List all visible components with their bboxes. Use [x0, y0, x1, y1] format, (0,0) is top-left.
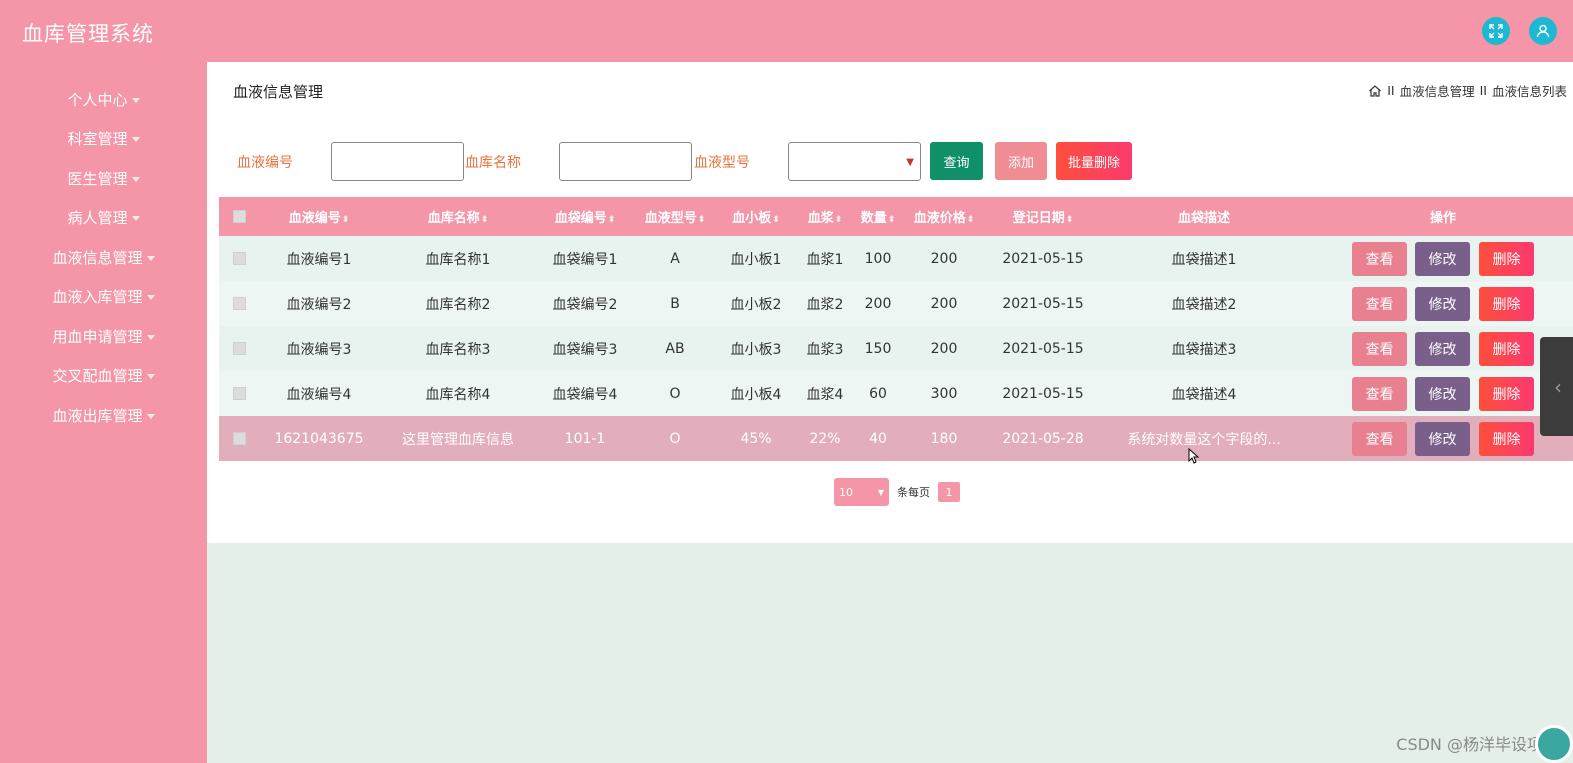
view-button[interactable]: 查看 — [1352, 377, 1407, 411]
column-header: 操作 — [1429, 211, 1457, 226]
sort-icon: ⬍ — [887, 215, 896, 225]
sidebar-item-patient[interactable]: 病人管理 — [0, 207, 207, 228]
caret-down-icon — [146, 295, 155, 300]
view-button[interactable]: 查看 — [1352, 287, 1407, 321]
sort-icon: ⬍ — [1065, 215, 1074, 225]
sort-icon: ⬍ — [697, 215, 706, 225]
sort-icon: ⬍ — [772, 215, 780, 225]
column-header: 血袋描述 — [1177, 211, 1231, 226]
page-title: 血液信息管理 — [233, 83, 324, 101]
add-button[interactable]: 添加 — [995, 142, 1047, 180]
column-header[interactable]: 血库名称⬍ — [428, 207, 489, 226]
sidebar-item-blood-info[interactable]: 血液信息管理 — [0, 247, 207, 268]
delete-button[interactable]: 删除 — [1479, 242, 1534, 276]
sidebar-item-department[interactable]: 科室管理 — [0, 128, 207, 149]
sort-icon: ⬍ — [341, 215, 350, 225]
sidebar-item-personal-center[interactable]: 个人中心 — [0, 89, 207, 110]
column-header[interactable]: 血小板⬍ — [732, 207, 780, 226]
breadcrumb: II 血液信息管理 II 血液信息列表 — [1368, 81, 1567, 100]
sidebar-item-cross-match[interactable]: 交叉配血管理 — [0, 365, 207, 386]
side-collapse-tab[interactable]: ‹ — [1540, 337, 1573, 436]
breadcrumb-item[interactable]: 血液信息管理 — [1400, 81, 1475, 100]
blood-id-input[interactable] — [331, 142, 464, 181]
table-row: 血液编号2 血库名称2 血袋编号2 B 血小板2 血浆2 200 200 202… — [219, 281, 1573, 326]
chevron-down-icon: ▼ — [877, 487, 884, 497]
column-header[interactable]: 登记日期⬍ — [1013, 207, 1074, 226]
sidebar-item-blood-outbound[interactable]: 血液出库管理 — [0, 405, 207, 426]
page-size-select[interactable]: 10 ▼ — [834, 478, 889, 506]
caret-down-icon — [131, 216, 140, 221]
blood-info-table: 血液编号⬍ 血库名称⬍ 血袋编号⬍ 血液型号⬍ 血小板⬍ 血浆⬍ 数量⬍ 血液价… — [219, 197, 1573, 461]
app-title: 血库管理系统 — [22, 22, 154, 46]
edit-button[interactable]: 修改 — [1415, 332, 1470, 366]
sort-icon: ⬍ — [480, 215, 489, 225]
blood-type-select[interactable]: ▼ — [788, 142, 921, 181]
caret-down-icon — [146, 256, 155, 261]
breadcrumb-separator: II — [1387, 83, 1395, 98]
caret-down-icon — [146, 374, 155, 379]
caret-down-icon — [131, 177, 140, 182]
table-row: 1621043675 这里管理血库信息 101-1 O 45% 22% 40 1… — [219, 416, 1573, 461]
sidebar-item-blood-request[interactable]: 用血申请管理 — [0, 326, 207, 347]
home-icon[interactable] — [1368, 84, 1382, 98]
page-number-button[interactable]: 1 — [938, 482, 960, 502]
caret-down-icon — [146, 414, 155, 419]
column-header[interactable]: 血液型号⬍ — [645, 207, 706, 226]
row-checkbox[interactable] — [233, 252, 246, 265]
sort-icon: ⬍ — [834, 215, 843, 225]
delete-button[interactable]: 删除 — [1479, 422, 1534, 456]
query-button[interactable]: 查询 — [930, 142, 983, 180]
top-bar: 血库管理系统 — [0, 0, 1573, 62]
sidebar-item-doctor[interactable]: 医生管理 — [0, 168, 207, 189]
batch-delete-button[interactable]: 批量删除 — [1056, 142, 1132, 180]
bank-name-label: 血库名称 — [465, 155, 521, 171]
select-all-checkbox[interactable] — [233, 210, 246, 223]
fullscreen-icon[interactable] — [1482, 17, 1510, 45]
row-checkbox[interactable] — [233, 387, 246, 400]
table-row: 血液编号4 血库名称4 血袋编号4 O 血小板4 血浆4 60 300 2021… — [219, 371, 1573, 416]
floating-action-icon[interactable] — [1535, 725, 1573, 763]
user-icon[interactable] — [1529, 17, 1557, 45]
view-button[interactable]: 查看 — [1352, 332, 1407, 366]
caret-down-icon — [131, 98, 140, 103]
edit-button[interactable]: 修改 — [1415, 377, 1470, 411]
blood-type-label: 血液型号 — [694, 155, 750, 171]
column-header[interactable]: 血液价格⬍ — [914, 207, 975, 226]
column-header[interactable]: 数量⬍ — [861, 207, 896, 226]
breadcrumb-item: 血液信息列表 — [1491, 84, 1567, 99]
bank-name-input[interactable] — [559, 142, 692, 181]
sort-icon: ⬍ — [607, 215, 616, 225]
table-row: 血液编号1 血库名称1 血袋编号1 A 血小板1 血浆1 100 200 202… — [219, 236, 1573, 281]
sidebar: 个人中心 科室管理 医生管理 病人管理 血液信息管理 血液入库管理 用血申请管理… — [0, 62, 207, 763]
row-checkbox[interactable] — [233, 297, 246, 310]
sort-icon: ⬍ — [966, 215, 975, 225]
view-button[interactable]: 查看 — [1352, 242, 1407, 276]
pagination: 10 ▼ 条每页 1 — [834, 478, 960, 506]
chevron-left-icon: ‹ — [1554, 375, 1562, 399]
view-button[interactable]: 查看 — [1352, 422, 1407, 456]
delete-button[interactable]: 删除 — [1479, 287, 1534, 321]
chevron-down-icon: ▼ — [906, 157, 914, 168]
sidebar-item-blood-storage[interactable]: 血液入库管理 — [0, 286, 207, 307]
edit-button[interactable]: 修改 — [1415, 422, 1470, 456]
table-row: 血液编号3 血库名称3 血袋编号3 AB 血小板3 血浆3 150 200 20… — [219, 326, 1573, 371]
delete-button[interactable]: 删除 — [1479, 332, 1534, 366]
row-checkbox[interactable] — [233, 342, 246, 355]
caret-down-icon — [131, 137, 140, 142]
edit-button[interactable]: 修改 — [1415, 287, 1470, 321]
edit-button[interactable]: 修改 — [1415, 242, 1470, 276]
breadcrumb-separator: II — [1479, 83, 1487, 98]
delete-button[interactable]: 删除 — [1479, 377, 1534, 411]
mouse-cursor-icon — [1188, 448, 1200, 464]
caret-down-icon — [146, 335, 155, 340]
column-header[interactable]: 血袋编号⬍ — [555, 207, 616, 226]
row-checkbox[interactable] — [233, 432, 246, 445]
blood-id-label: 血液编号 — [237, 155, 293, 171]
column-header[interactable]: 血液编号⬍ — [289, 207, 350, 226]
per-page-label: 条每页 — [897, 486, 930, 499]
column-header[interactable]: 血浆⬍ — [808, 207, 843, 226]
table-header: 血液编号⬍ 血库名称⬍ 血袋编号⬍ 血液型号⬍ 血小板⬍ 血浆⬍ 数量⬍ 血液价… — [219, 197, 1573, 236]
